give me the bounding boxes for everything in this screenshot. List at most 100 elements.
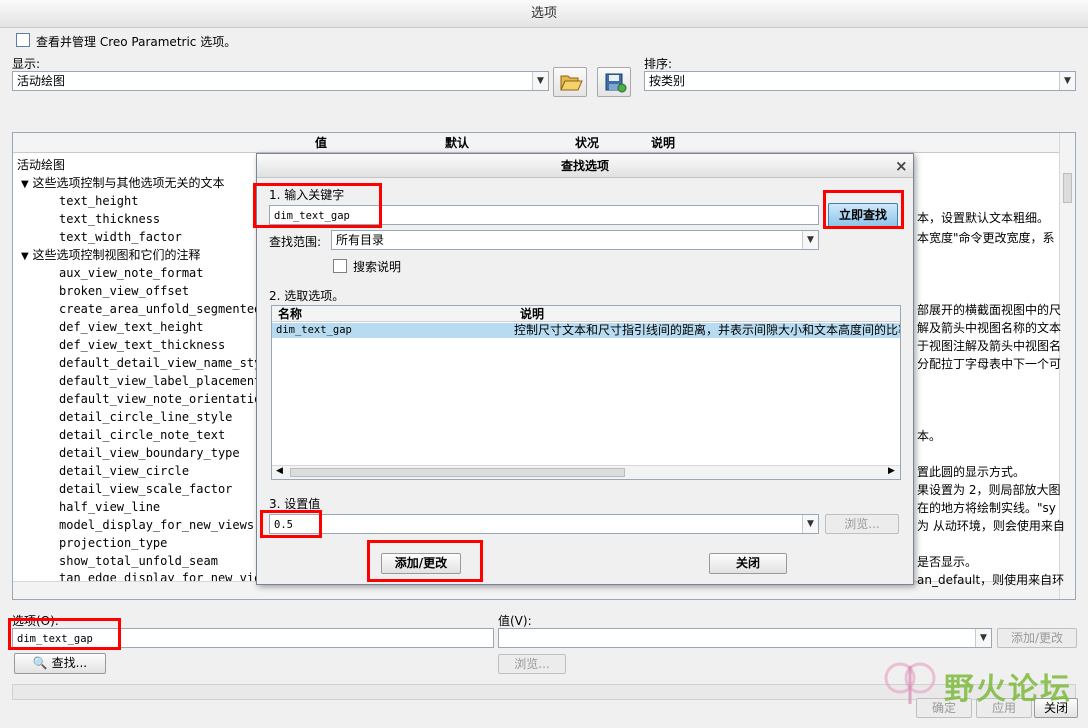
desc-fragment: 解及箭头中视图名称的文本	[917, 321, 1062, 335]
search-icon: 🔍	[32, 656, 48, 670]
find-options-dialog: 查找选项 × 1. 输入关键字 dim_text_gap 立即查找 查找范围: …	[253, 153, 914, 585]
scroll-thumb[interactable]	[1063, 173, 1072, 203]
tree-item[interactable]: aux_view_note_format	[59, 266, 204, 280]
find-button-label: 查找...	[51, 656, 88, 670]
step2-label: 2. 选取选项。	[269, 289, 345, 303]
desc-fragment: 于视图注解及箭头中视图名	[917, 339, 1062, 353]
desc-fragment: 部展开的横截面视图中的尺	[917, 303, 1062, 317]
tree-item[interactable]: show_total_unfold_seam	[59, 554, 218, 568]
tree-item[interactable]: def_view_text_height	[59, 320, 204, 334]
dialog-close-button[interactable]: 关闭	[709, 553, 787, 574]
results-row-name: dim_text_gap	[276, 324, 352, 336]
save-config-icon	[605, 73, 627, 93]
dialog-close-icon[interactable]: ×	[895, 157, 908, 175]
chevron-down-icon: ▼	[1059, 72, 1075, 90]
tree-item[interactable]: text_width_factor	[59, 230, 182, 244]
value-select[interactable]: ▼	[498, 628, 992, 648]
tree-item[interactable]: broken_view_offset	[59, 284, 189, 298]
tree-item[interactable]: model_display_for_new_views	[59, 518, 254, 532]
results-list[interactable]: 名称 说明 dim_text_gap 控制尺寸文本和尺寸指引线间的距离，并表示间…	[271, 305, 901, 480]
desc-fragment: 在的地方将绘制实线。"sy	[917, 501, 1056, 515]
desc-fragment: 分配拉丁字母表中下一个可	[917, 357, 1062, 371]
option-input[interactable]: dim_text_gap	[12, 628, 494, 648]
tree-group-text[interactable]: ▼ 这些选项控制与其他选项无关的文本	[21, 174, 225, 191]
results-row[interactable]: dim_text_gap 控制尺寸文本和尺寸指引线间的距离，并表示间隙大小和文本…	[272, 323, 900, 338]
chevron-down-icon: ▼	[532, 72, 548, 90]
scroll-left-icon[interactable]: ◀	[276, 466, 283, 476]
watermark-text: 野火论坛	[944, 672, 1072, 707]
find-now-button[interactable]: 立即查找	[828, 203, 898, 227]
desc-fragment: 本。	[917, 429, 942, 443]
search-description-label: 搜索说明	[353, 260, 402, 274]
bottom-add-change-button[interactable]: 添加/更改	[997, 628, 1077, 648]
expand-triangle-icon[interactable]: ▼	[21, 179, 29, 190]
chevron-down-icon: ▼	[802, 515, 818, 533]
tree-group-views[interactable]: ▼ 这些选项控制视图和它们的注释	[21, 246, 201, 263]
open-config-button[interactable]	[553, 67, 587, 97]
tree-item[interactable]: default_detail_view_name_style	[59, 356, 276, 370]
option-input-value: dim_text_gap	[17, 633, 93, 645]
tree-item[interactable]: detail_view_circle	[59, 464, 189, 478]
sort-select[interactable]: 按类别 ▼	[644, 71, 1076, 91]
col-description-header[interactable]: 说明	[651, 133, 675, 153]
expand-triangle-icon[interactable]: ▼	[21, 251, 29, 262]
find-button[interactable]: 🔍 查找...	[14, 653, 106, 674]
scope-select[interactable]: 所有目录 ▼	[331, 230, 819, 250]
results-list-header: 名称 说明	[272, 306, 900, 322]
window-title: 选项	[530, 6, 557, 21]
keyword-input-value: dim_text_gap	[274, 210, 350, 222]
grid-header: 值 默认 状况 说明	[13, 133, 1059, 153]
scroll-right-icon[interactable]: ▶	[888, 466, 895, 476]
tree-item[interactable]: detail_view_boundary_type	[59, 446, 240, 460]
tree-item[interactable]: detail_view_scale_factor	[59, 482, 232, 496]
col-default-header[interactable]: 默认	[445, 133, 469, 153]
col-status-header[interactable]: 状况	[575, 133, 599, 153]
tree-item[interactable]: projection_type	[59, 536, 167, 550]
display-label: 显示:	[12, 57, 41, 71]
watermark-logo	[880, 654, 940, 714]
display-select[interactable]: 活动绘图 ▼	[12, 71, 549, 91]
tree-item[interactable]: default_view_label_placement	[59, 374, 261, 388]
bottom-browse-button[interactable]: 浏览...	[498, 654, 566, 674]
tree-item[interactable]: detail_circle_line_style	[59, 410, 232, 424]
results-horizontal-scrollbar[interactable]: ◀ ▶	[272, 465, 900, 479]
step1-label: 1. 输入关键字	[269, 188, 345, 202]
set-value-value: 0.5	[274, 519, 293, 531]
chevron-down-icon: ▼	[802, 231, 818, 249]
tree-item[interactable]: default_view_note_orientation	[59, 392, 269, 406]
col-value-header[interactable]: 值	[315, 133, 327, 153]
tree-group-label: 这些选项控制视图和它们的注释	[32, 248, 201, 262]
tree-item[interactable]: half_view_line	[59, 500, 160, 514]
desc-fragment: an_default，则使用来自环	[917, 573, 1065, 587]
tree-item[interactable]: tan_edge_display_for_new_views	[59, 571, 276, 581]
search-description-checkbox[interactable]	[333, 259, 347, 273]
scope-select-value: 所有目录	[336, 233, 385, 247]
tree-item[interactable]: create_area_unfold_segmented	[59, 302, 261, 316]
results-row-desc: 控制尺寸文本和尺寸指引线间的距离，并表示间隙大小和文本高度间的比率	[514, 323, 900, 337]
tree-root[interactable]: 活动绘图	[17, 156, 65, 173]
desc-fragment: 本宽度"命令更改宽度，系	[917, 231, 1055, 245]
save-config-button[interactable]	[597, 67, 631, 97]
sort-select-value: 按类别	[649, 74, 686, 88]
results-col-name[interactable]: 名称	[278, 306, 302, 322]
dialog-title: 查找选项	[560, 159, 609, 173]
chevron-down-icon: ▼	[975, 629, 991, 647]
manage-options-checkbox[interactable]	[16, 33, 30, 47]
window-title-bar: 选项	[0, 0, 1088, 28]
desc-fragment: 是否显示。	[917, 555, 978, 569]
sort-label: 排序:	[644, 57, 673, 71]
dialog-title-bar: 查找选项	[257, 154, 913, 178]
display-select-value: 活动绘图	[17, 74, 66, 88]
results-col-desc[interactable]: 说明	[520, 306, 544, 322]
desc-fragment: 果设置为 2，则局部放大图	[917, 483, 1061, 497]
desc-fragment: 本，设置默认文本粗细。	[917, 211, 1050, 225]
scroll-thumb[interactable]	[290, 468, 625, 477]
set-value-select[interactable]: 0.5 ▼	[269, 514, 819, 534]
tree-item[interactable]: def_view_text_thickness	[59, 338, 225, 352]
tree-item[interactable]: text_height	[59, 194, 138, 208]
keyword-input[interactable]: dim_text_gap	[269, 205, 819, 225]
tree-item[interactable]: detail_circle_note_text	[59, 428, 225, 442]
add-change-button[interactable]: 添加/更改	[381, 553, 461, 574]
dialog-browse-button[interactable]: 浏览...	[825, 514, 899, 534]
tree-item[interactable]: text_thickness	[59, 212, 160, 226]
